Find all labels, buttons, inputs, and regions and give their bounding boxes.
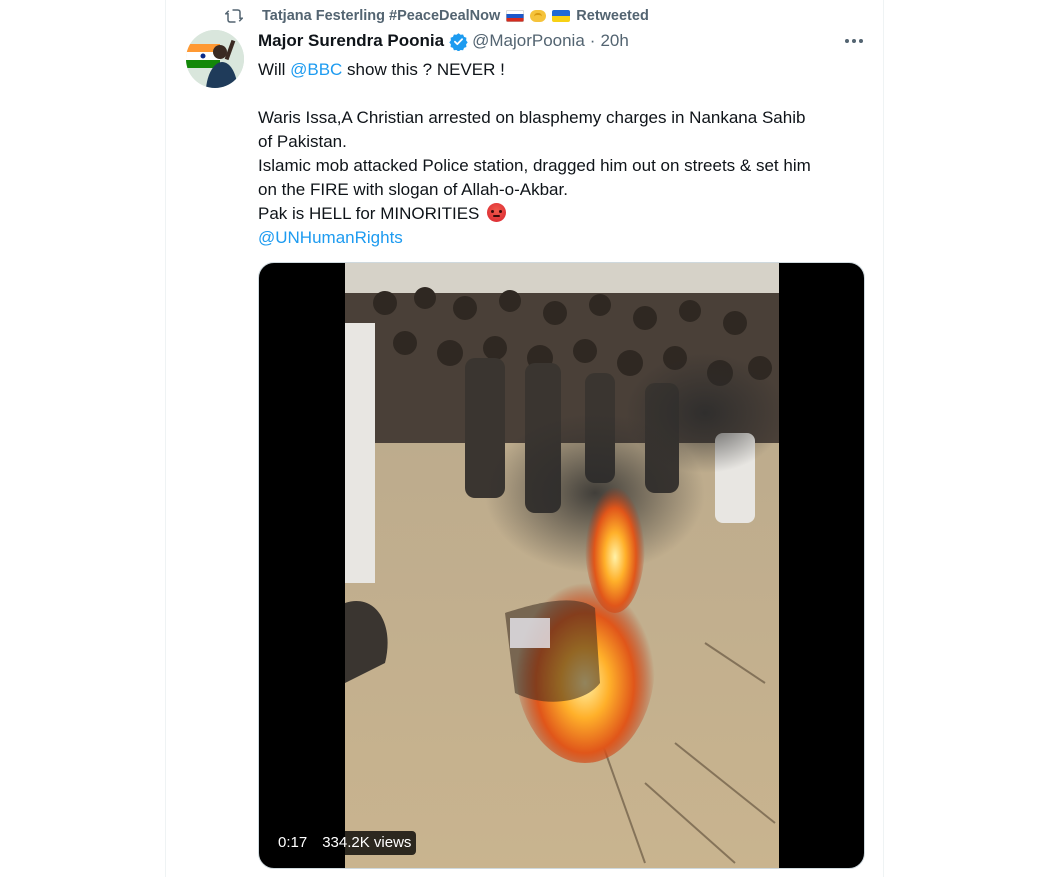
video-player[interactable]: 0:17 334.2K views [258, 262, 865, 869]
tweet-line: Islamic mob attacked Police station, dra… [258, 156, 811, 175]
tweet-line: Waris Issa,A Christian arrested on blasp… [258, 108, 806, 127]
tweet-line: Pak is HELL for MINORITIES [258, 202, 868, 226]
video-thumbnail [345, 263, 779, 868]
avatar[interactable] [186, 30, 244, 88]
angry-face-emoji [487, 203, 507, 222]
separator-dot: · [589, 31, 596, 50]
more-options-button[interactable] [840, 30, 868, 52]
retweet-icon [222, 6, 246, 26]
mention-unhumanrights-link[interactable]: @UNHumanRights [258, 228, 403, 247]
retweeted-label: Retweeted [576, 8, 649, 24]
video-views: 334.2K views [317, 831, 417, 855]
video-duration: 0:17 [273, 831, 313, 855]
tweet-line: @UNHumanRights [258, 226, 868, 250]
author-name[interactable]: Major Surendra Poonia [258, 31, 444, 51]
author-handle[interactable]: @MajorPoonia [472, 31, 585, 51]
flag-ukraine-emoji [552, 10, 571, 22]
social-context: Tatjana Festerling #PeaceDealNow Retweet… [222, 6, 649, 26]
tweet-text: Will @BBC show this ? NEVER ! Waris Issa… [258, 58, 868, 250]
flag-russia-emoji [506, 10, 525, 22]
tweet-line: of Pakistan. [258, 132, 347, 151]
tweet-line: Will @BBC show this ? NEVER ! [258, 58, 868, 82]
mention-bbc-link[interactable]: @BBC [290, 60, 342, 79]
more-dots-icon [845, 39, 863, 43]
text-span: Pak is HELL for MINORITIES [258, 204, 480, 223]
text-span: Will [258, 60, 291, 79]
handshake-emoji [530, 10, 547, 22]
text-span: show this ? NEVER ! [342, 60, 505, 79]
video-frame[interactable] [345, 263, 779, 868]
tweet-card[interactable]: Tatjana Festerling #PeaceDealNow Retweet… [165, 0, 884, 877]
retweeter-name[interactable]: Tatjana Festerling #PeaceDealNow [262, 8, 500, 24]
video-overlay: 0:17 334.2K views [273, 830, 417, 856]
tweet-timestamp[interactable]: 20h [600, 31, 628, 51]
tweet-line: on the FIRE with slogan of Allah-o-Akbar… [258, 180, 568, 199]
verified-badge-icon[interactable] [449, 32, 468, 51]
tweet-header: Major Surendra Poonia @MajorPoonia · 20h [258, 30, 629, 52]
